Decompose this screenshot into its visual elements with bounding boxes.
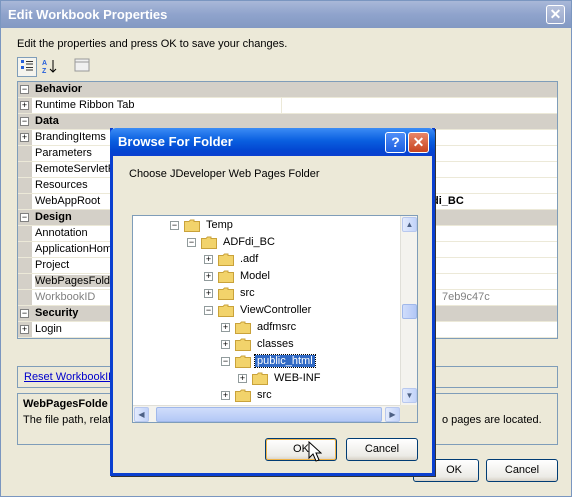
browse-for-folder-dialog: Browse For Folder ? ✕ Choose JDeveloper …: [110, 128, 435, 476]
property-name: WebAppRoot: [35, 195, 101, 207]
tree-node-label: ViewController: [240, 304, 312, 316]
property-value[interactable]: [281, 98, 557, 114]
mouse-cursor-icon: [308, 441, 322, 462]
property-name: Runtime Ribbon Tab: [35, 99, 135, 111]
scroll-corner: [400, 405, 417, 422]
tree-node-label: src: [240, 287, 255, 299]
instructions-text: Edit the properties and press OK to save…: [17, 38, 288, 50]
folder-icon: [218, 287, 234, 300]
expand-toggle-icon[interactable]: +: [20, 133, 29, 142]
property-value-text: 7eb9c47c: [442, 291, 490, 303]
tree-node-label: WEB-INF: [274, 372, 321, 384]
collapse-icon[interactable]: −: [221, 357, 230, 366]
sort-alphabetical-icon[interactable]: AZ: [40, 57, 60, 77]
expand-toggle-icon[interactable]: −: [20, 309, 29, 318]
scroll-up-icon[interactable]: ▲: [402, 217, 417, 232]
tree-node-label: Model: [240, 270, 270, 282]
dialog-instructions: Choose JDeveloper Web Pages Folder: [129, 168, 320, 180]
collapse-icon[interactable]: −: [187, 238, 196, 247]
close-icon[interactable]: ✕: [546, 5, 565, 24]
dialog-ok-button[interactable]: OK: [265, 438, 337, 461]
folder-icon: [235, 321, 251, 334]
category-label: Design: [35, 211, 72, 223]
outer-cancel-button[interactable]: Cancel: [486, 459, 558, 482]
folder-icon: [218, 270, 234, 283]
categorized-icon[interactable]: [17, 57, 37, 77]
property-name: BrandingItems: [35, 131, 106, 143]
property-pages-icon[interactable]: [72, 57, 92, 77]
property-name: Annotation: [35, 227, 88, 239]
svg-text:A: A: [42, 60, 47, 67]
tree-node-label: src: [257, 389, 272, 401]
vertical-scroll-thumb[interactable]: [402, 304, 417, 319]
folder-icon: [235, 389, 251, 402]
tree-node-label: public_html: [254, 354, 316, 368]
scroll-left-icon[interactable]: ◀: [134, 407, 149, 422]
description-text: The file path, relat: [23, 414, 112, 426]
folder-tree[interactable]: ▲ ▼ ◀ ▶ − Temp − ADFdi_BC + .adf + Model + src − Vi…: [132, 215, 418, 423]
tree-node-label: .adf: [240, 253, 259, 265]
collapse-icon[interactable]: −: [204, 306, 213, 315]
dialog-cancel-button[interactable]: Cancel: [346, 438, 418, 461]
category-label: Behavior: [35, 83, 83, 95]
grid-category-row[interactable]: − Behavior: [18, 82, 557, 98]
description-title: WebPagesFolde: [23, 398, 108, 410]
folder-icon: [218, 253, 234, 266]
folder-icon: [201, 236, 217, 249]
expand-icon[interactable]: +: [221, 340, 230, 349]
tree-node-label: adfmsrc: [257, 321, 297, 333]
expand-toggle-icon[interactable]: −: [20, 117, 29, 126]
tree-node-label: ADFdi_BC: [223, 236, 275, 248]
folder-icon: [184, 219, 200, 232]
grid-property-row[interactable]: + Runtime Ribbon Tab: [18, 98, 557, 114]
property-name: Project: [35, 259, 70, 271]
outer-ok-label: OK: [446, 464, 462, 476]
window-title: Edit Workbook Properties: [1, 1, 571, 28]
property-name: Login: [35, 323, 62, 335]
expand-icon[interactable]: +: [221, 323, 230, 332]
property-name: WorkbookID: [35, 291, 96, 303]
expand-toggle-icon[interactable]: −: [20, 85, 29, 94]
tree-node-label: classes: [257, 338, 294, 350]
dialog-close-icon[interactable]: ✕: [408, 132, 429, 153]
category-label: Security: [35, 307, 79, 319]
property-name: ApplicationHome: [35, 243, 119, 255]
folder-icon: [218, 304, 234, 317]
category-label: Data: [35, 115, 59, 127]
description-text-tail: o pages are located.: [442, 414, 542, 426]
tree-node-label: Temp: [206, 219, 233, 231]
folder-icon: [252, 372, 268, 385]
collapse-icon[interactable]: −: [170, 221, 179, 230]
reset-workbook-id-link[interactable]: Reset WorkbookID: [24, 371, 116, 383]
horizontal-scrollbar[interactable]: ◀ ▶: [133, 405, 402, 422]
property-value-text: di_BC: [432, 195, 464, 207]
folder-icon: [235, 338, 251, 351]
scroll-right-icon[interactable]: ▶: [385, 407, 400, 422]
scroll-down-icon[interactable]: ▼: [402, 388, 417, 403]
property-name: Resources: [35, 179, 88, 191]
help-icon[interactable]: ?: [385, 132, 406, 153]
expand-icon[interactable]: +: [204, 289, 213, 298]
expand-icon[interactable]: +: [238, 374, 247, 383]
expand-icon[interactable]: +: [204, 272, 213, 281]
horizontal-scroll-thumb[interactable]: [156, 407, 382, 422]
expand-icon[interactable]: +: [204, 255, 213, 264]
property-name: WebPagesFolde: [35, 275, 117, 287]
property-name: Parameters: [35, 147, 92, 159]
folder-icon: [235, 355, 251, 368]
expand-toggle-icon[interactable]: +: [20, 101, 29, 110]
property-toolbar: AZ: [17, 56, 95, 78]
vertical-scrollbar[interactable]: ▲ ▼: [400, 216, 417, 406]
expand-toggle-icon[interactable]: +: [20, 325, 29, 334]
property-name: RemoteServletF: [35, 163, 115, 175]
svg-text:Z: Z: [42, 68, 47, 74]
expand-icon[interactable]: +: [221, 391, 230, 400]
expand-toggle-icon[interactable]: −: [20, 213, 29, 222]
